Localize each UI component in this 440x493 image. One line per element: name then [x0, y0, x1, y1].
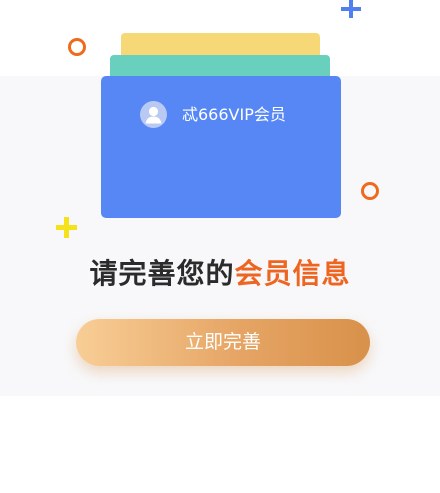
page-title-prefix: 请完善您的: [89, 257, 235, 290]
page-title: 请完善您的会员信息: [0, 256, 440, 292]
page-title-highlight: 会员信息: [234, 257, 351, 290]
complete-now-button[interactable]: 立即完善: [76, 319, 370, 366]
member-info-prompt: 忒666VIP会员 请完善您的会员信息 立即完善: [0, 0, 440, 493]
plus-decoration-icon: [341, 0, 361, 18]
user-avatar-icon: [140, 101, 167, 128]
member-card-name: 忒666VIP会员: [182, 105, 286, 124]
ring-decoration-icon: [361, 182, 379, 200]
plus-decoration-icon: [56, 217, 77, 238]
member-card: 忒666VIP会员: [101, 76, 341, 218]
ring-decoration-icon: [68, 38, 86, 56]
